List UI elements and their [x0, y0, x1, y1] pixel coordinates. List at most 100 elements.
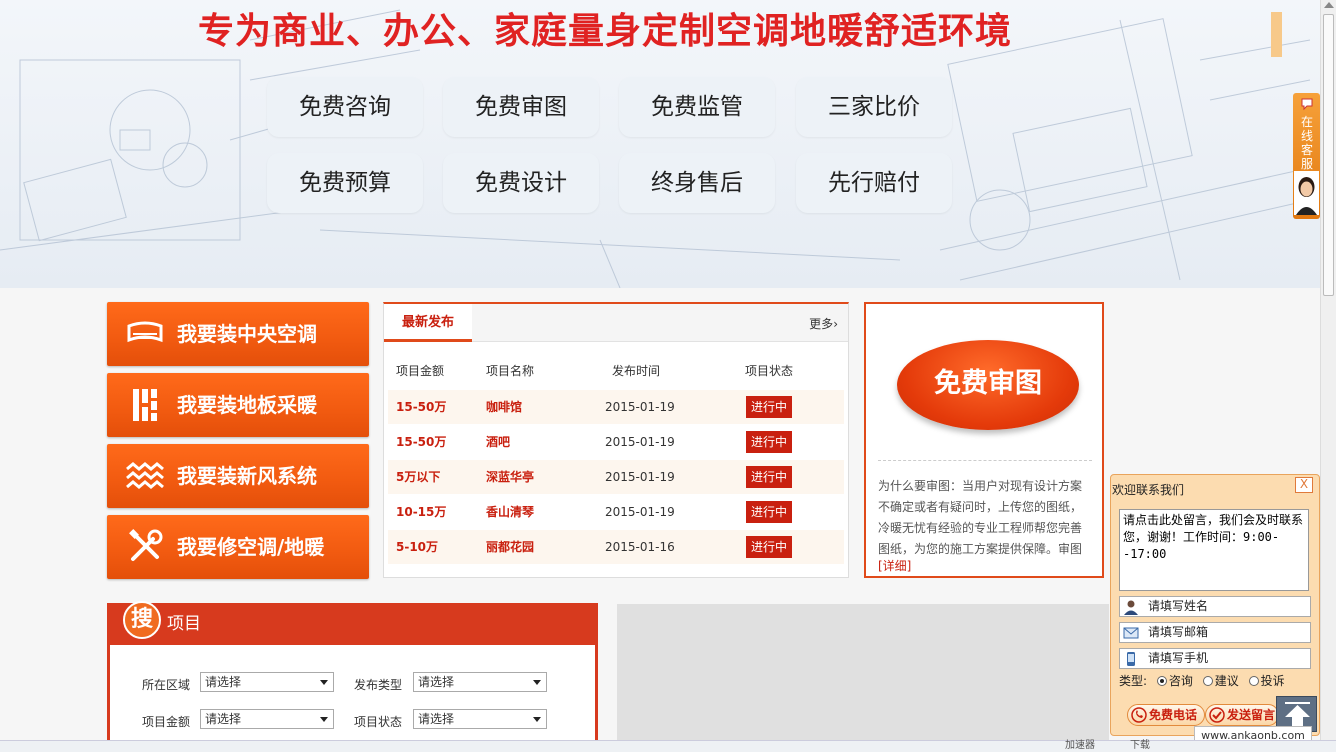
feature-free-budget[interactable]: 免费预算 — [267, 153, 423, 213]
free-call-button[interactable]: 免费电话 — [1127, 704, 1205, 726]
online-service-label: 在线客服 — [1300, 115, 1313, 171]
column-header-date: 发布时间 — [612, 364, 661, 378]
field-label-amount: 项目金额 — [142, 715, 191, 729]
mail-icon — [1123, 627, 1139, 639]
row-amount: 5-10万 — [396, 540, 439, 554]
email-placeholder: 请填写邮箱 — [1148, 625, 1209, 639]
phone-placeholder: 请填写手机 — [1148, 651, 1209, 665]
column-header-status: 项目状态 — [745, 364, 794, 378]
browser-status-bar: 加速器 下载 — [0, 740, 1336, 752]
scroll-up-arrow-icon[interactable] — [1324, 2, 1334, 8]
status-select[interactable]: 请选择 — [413, 709, 547, 729]
service-floor-heating-button[interactable]: 我要装地板采暖 — [107, 373, 369, 437]
send-message-label: 发送留言 — [1227, 708, 1276, 722]
row-name[interactable]: 咖啡馆 — [486, 390, 522, 424]
latest-projects-panel: 最新发布 更多› 项目金额 项目名称 发布时间 项目状态 15-50万 咖啡馆 … — [383, 302, 849, 578]
row-date: 2015-01-19 — [605, 470, 675, 484]
type-option-complaint[interactable]: 投诉 — [1261, 674, 1285, 688]
region-select[interactable]: 请选择 — [200, 672, 334, 692]
amount-select[interactable]: 请选择 — [200, 709, 334, 729]
row-amount: 5万以下 — [396, 470, 441, 484]
banner-title: 专为商业、办公、家庭量身定制空调地暖舒适环境 — [198, 11, 1013, 52]
row-amount: 15-50万 — [396, 400, 447, 414]
project-search-panel: 搜 项目 所在区域 请选择 发布类型 请选择 项目金额 请选择 项目状态 请选择 — [107, 601, 598, 752]
table-row[interactable]: 15-50万 咖啡馆 2015-01-19 进行中 — [388, 390, 844, 424]
chat-name-field[interactable]: 请填写姓名 — [1119, 596, 1311, 617]
feature-free-review[interactable]: 免费审图 — [443, 77, 599, 137]
row-amount: 10-15万 — [396, 505, 447, 519]
review-description: 为什么要审图：当用户对现有设计方案不确定或者有疑问时，上传您的图纸，冷暖无忧有经… — [878, 479, 1083, 556]
column-header-name: 项目名称 — [486, 364, 535, 378]
search-badge: 搜 — [123, 601, 161, 639]
feature-advance-compensation[interactable]: 先行赔付 — [796, 153, 952, 213]
fresh-air-icon — [126, 462, 164, 489]
status-badge: 进行中 — [746, 536, 793, 558]
page-scrollbar[interactable] — [1320, 0, 1336, 740]
table-row[interactable]: 10-15万 香山清琴 2015-01-19 进行中 — [388, 495, 844, 529]
chat-bubble-icon — [1301, 98, 1313, 111]
row-name[interactable]: 深蓝华亭 — [486, 460, 534, 494]
feature-free-consult[interactable]: 免费咨询 — [267, 77, 423, 137]
status-badge: 进行中 — [746, 431, 793, 453]
chat-message-textarea[interactable]: 请点击此处留言，我们会及时联系您，谢谢！工作时间：9:00--17:00 — [1119, 509, 1309, 591]
status-accelerator[interactable]: 加速器 — [1065, 740, 1095, 752]
type-radio-suggest[interactable] — [1202, 676, 1213, 686]
latest-panel-header: 最新发布 更多› — [384, 304, 848, 342]
table-row[interactable]: 15-50万 酒吧 2015-01-19 进行中 — [388, 425, 844, 459]
row-name[interactable]: 丽都花园 — [486, 530, 534, 564]
type-radio-consult[interactable] — [1156, 676, 1167, 686]
type-option-consult[interactable]: 咨询 — [1169, 674, 1193, 688]
service-fresh-air-button[interactable]: 我要装新风系统 — [107, 444, 369, 508]
service-central-ac-button[interactable]: 我要装中央空调 — [107, 302, 369, 366]
feature-free-design[interactable]: 免费设计 — [443, 153, 599, 213]
chat-email-field[interactable]: 请填写邮箱 — [1119, 622, 1311, 643]
service-label: 我要装地板采暖 — [177, 393, 317, 417]
mobile-phone-icon — [1127, 652, 1135, 666]
service-label: 我要装新风系统 — [177, 464, 317, 488]
latest-more-link[interactable]: 更多› — [809, 304, 838, 344]
content-placeholder — [617, 604, 1109, 752]
field-label-type: 发布类型 — [354, 678, 403, 692]
air-conditioner-icon — [127, 321, 163, 343]
type-radio-complaint[interactable] — [1248, 676, 1259, 686]
chat-title: 欢迎联系我们 — [1112, 483, 1185, 497]
status-badge: 进行中 — [746, 396, 793, 418]
free-review-button[interactable]: 免费审图 — [897, 340, 1079, 430]
scroll-thumb[interactable] — [1323, 14, 1334, 296]
checkmark-icon — [1209, 707, 1225, 723]
field-label-region: 所在区域 — [142, 678, 191, 692]
status-download[interactable]: 下载 — [1130, 740, 1150, 752]
online-service-tab[interactable]: 在线客服 — [1293, 93, 1320, 219]
service-label: 我要装中央空调 — [177, 322, 317, 346]
service-repair-button[interactable]: 我要修空调/地暖 — [107, 515, 369, 579]
table-row[interactable]: 5万以下 深蓝华亭 2015-01-19 进行中 — [388, 460, 844, 494]
customer-service-avatar — [1294, 171, 1319, 215]
row-name[interactable]: 香山清琴 — [486, 495, 534, 529]
type-label: 类型: — [1119, 674, 1148, 688]
hero-banner: 专为商业、办公、家庭量身定制空调地暖舒适环境 免费咨询 免费审图 免费监管 三家… — [0, 0, 1320, 288]
feature-price-compare[interactable]: 三家比价 — [796, 77, 952, 137]
type-select[interactable]: 请选择 — [413, 672, 547, 692]
free-review-box: 免费审图 为什么要审图：当用户对现有设计方案不确定或者有疑问时，上传您的图纸，冷… — [864, 302, 1104, 578]
table-row[interactable]: 5-10万 丽都花园 2015-01-16 进行中 — [388, 530, 844, 564]
send-message-button[interactable]: 发送留言 — [1205, 704, 1279, 726]
name-placeholder: 请填写姓名 — [1148, 599, 1209, 613]
chat-close-button[interactable]: X — [1295, 477, 1313, 493]
type-option-suggest[interactable]: 建议 — [1215, 674, 1239, 688]
service-label: 我要修空调/地暖 — [177, 535, 325, 559]
row-amount: 15-50万 — [396, 435, 447, 449]
column-header-amount: 项目金额 — [396, 364, 445, 378]
row-name[interactable]: 酒吧 — [486, 425, 510, 459]
status-badge: 进行中 — [746, 501, 793, 523]
chat-type-group: 类型: 咨询 建议 投诉 — [1119, 672, 1285, 689]
chat-phone-field[interactable]: 请填写手机 — [1119, 648, 1311, 669]
row-date: 2015-01-19 — [605, 435, 675, 449]
free-call-label: 免费电话 — [1149, 708, 1198, 722]
review-detail-link[interactable]: [详细] — [878, 557, 911, 574]
feature-lifetime-service[interactable]: 终身售后 — [619, 153, 775, 213]
tab-latest[interactable]: 最新发布 — [384, 304, 472, 342]
chevron-right-icon: › — [833, 317, 838, 331]
feature-free-supervision[interactable]: 免费监管 — [619, 77, 775, 137]
field-label-status: 项目状态 — [354, 715, 403, 729]
search-panel-title: 项目 — [167, 614, 201, 634]
